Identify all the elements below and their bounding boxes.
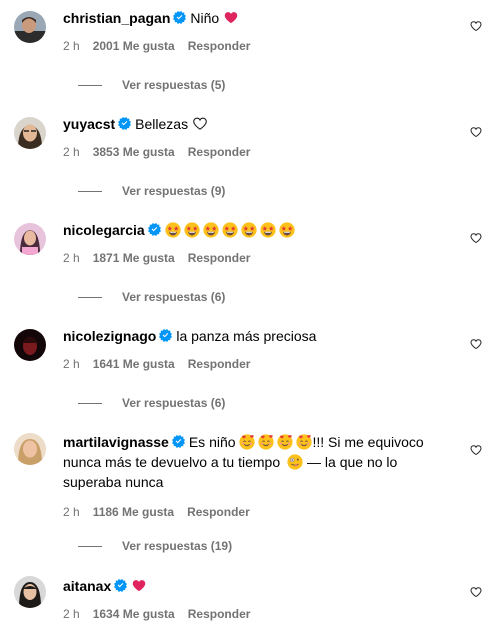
comment-text: Bellezas	[135, 116, 189, 132]
like-heart-icon[interactable]	[470, 20, 482, 32]
view-replies-button[interactable]: Ver respuestas (6)	[63, 395, 225, 411]
comment-meta: 2 h 1641 Me gusta Responder	[63, 356, 456, 372]
comment-time[interactable]: 2 h	[63, 251, 80, 265]
reply-button[interactable]: Responder	[188, 39, 251, 53]
comment-time[interactable]: 2 h	[63, 607, 80, 621]
star-struck-emoji-icon	[260, 222, 276, 238]
verified-badge-icon	[118, 117, 131, 130]
view-replies-button[interactable]: Ver respuestas (9)	[63, 183, 225, 199]
comment-meta: 2 h 1871 Me gusta Responder	[63, 250, 456, 266]
avatar[interactable]	[14, 117, 46, 149]
star-struck-emoji-icon	[241, 222, 257, 238]
divider-line	[78, 190, 102, 192]
username[interactable]: nicolezignago	[63, 328, 156, 344]
verified-badge-icon	[159, 329, 172, 342]
comment-text: superaba nunca	[63, 474, 164, 490]
comment-time[interactable]: 2 h	[63, 39, 80, 53]
username[interactable]: yuyacst	[63, 116, 115, 132]
white-heart-emoji-icon	[192, 116, 208, 131]
zany-face-emoji-icon	[287, 454, 303, 470]
comment-meta: 2 h 1186 Me gusta Responder	[63, 504, 456, 520]
like-count[interactable]: 1641 Me gusta	[93, 357, 175, 371]
verified-badge-icon	[173, 11, 186, 24]
star-struck-emoji-icon	[203, 222, 219, 238]
reply-button[interactable]: Responder	[188, 145, 251, 159]
comment-text: Niño	[190, 10, 220, 26]
like-heart-icon[interactable]	[470, 444, 482, 456]
avatar[interactable]	[14, 329, 46, 361]
comment-time[interactable]: 2 h	[63, 505, 80, 519]
comment-time[interactable]: 2 h	[63, 357, 80, 371]
comment-text: la panza más preciosa	[176, 328, 317, 344]
like-count[interactable]: 1871 Me gusta	[93, 251, 175, 265]
verified-badge-icon	[114, 579, 127, 592]
like-heart-icon[interactable]	[470, 232, 482, 244]
red-heart-emoji-icon	[223, 10, 239, 25]
like-count[interactable]: 2001 Me gusta	[93, 39, 175, 53]
comment-text: — la que no lo	[307, 454, 398, 470]
username[interactable]: martilavignasse	[63, 434, 169, 450]
comment-text: Es niño	[188, 434, 236, 450]
view-replies-button[interactable]: Ver respuestas (19)	[63, 538, 232, 554]
like-heart-icon[interactable]	[470, 338, 482, 350]
verified-badge-icon	[148, 223, 161, 236]
red-heart-emoji-icon	[131, 578, 147, 593]
username[interactable]: aitanax	[63, 578, 111, 594]
star-struck-emoji-icon	[184, 222, 200, 238]
reply-button[interactable]: Responder	[188, 251, 251, 265]
divider-line	[78, 402, 102, 404]
avatar[interactable]	[14, 576, 46, 608]
divider-line	[78, 84, 102, 86]
username[interactable]: nicolegarcia	[63, 222, 145, 238]
reply-button[interactable]: Responder	[188, 357, 251, 371]
comment-text: nunca más te devuelvo a tu tiempo	[63, 454, 281, 470]
comment-time[interactable]: 2 h	[63, 145, 80, 159]
smiling-face-with-hearts-emoji-icon	[258, 434, 274, 450]
comment-meta: 2 h 3853 Me gusta Responder	[63, 144, 456, 160]
verified-badge-icon	[172, 435, 185, 448]
reply-button[interactable]: Responder	[188, 607, 251, 621]
reply-button[interactable]: Responder	[187, 505, 250, 519]
smiling-face-with-hearts-emoji-icon	[296, 434, 312, 450]
divider-line	[78, 296, 102, 298]
smiling-face-with-hearts-emoji-icon	[277, 434, 293, 450]
username[interactable]: christian_pagan	[63, 10, 170, 26]
hearts-emoji-row	[239, 434, 312, 450]
like-heart-icon[interactable]	[470, 586, 482, 598]
like-count[interactable]: 1634 Me gusta	[93, 607, 175, 621]
avatar[interactable]	[14, 433, 46, 465]
smiling-face-with-hearts-emoji-icon	[239, 434, 255, 450]
star-struck-emoji-icon	[279, 222, 295, 238]
star-struck-emoji-icon	[165, 222, 181, 238]
divider-line	[78, 545, 102, 547]
avatar[interactable]	[14, 11, 46, 43]
emoji-row	[165, 222, 298, 238]
comment-meta: 2 h 2001 Me gusta Responder	[63, 38, 456, 54]
comment-meta: 2 h 1634 Me gusta Responder	[63, 606, 456, 622]
view-replies-button[interactable]: Ver respuestas (6)	[63, 289, 225, 305]
like-heart-icon[interactable]	[470, 126, 482, 138]
avatar[interactable]	[14, 223, 46, 255]
like-count[interactable]: 1186 Me gusta	[93, 505, 174, 519]
comment-text: !!! Si me equivoco	[312, 434, 424, 450]
view-replies-button[interactable]: Ver respuestas (5)	[63, 77, 225, 93]
like-count[interactable]: 3853 Me gusta	[93, 145, 175, 159]
star-struck-emoji-icon	[222, 222, 238, 238]
